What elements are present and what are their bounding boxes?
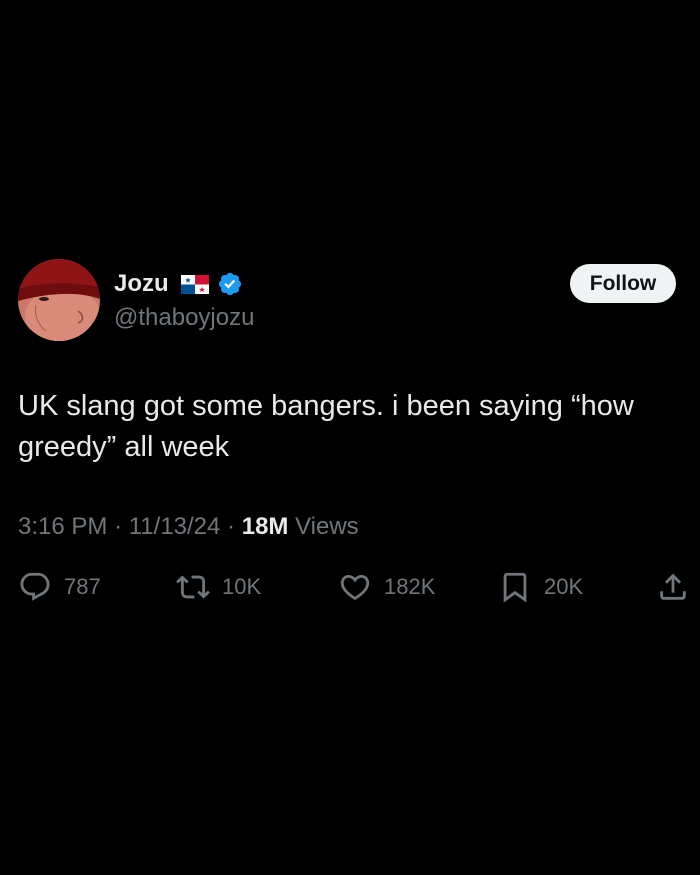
follow-button[interactable]: Follow <box>570 264 676 303</box>
tweet-meta: 3:16 PM · 11/13/24 · 18M Views <box>18 510 359 544</box>
retweet-count: 10K <box>222 574 262 599</box>
like-button[interactable]: 182K <box>338 565 435 609</box>
retweet-button[interactable]: 10K <box>176 565 261 609</box>
bookmark-icon <box>498 570 532 604</box>
avatar-image <box>18 259 100 341</box>
reply-icon <box>18 570 52 604</box>
views-count: 18M <box>241 513 289 540</box>
tweet-card: Jozu @thaboyjozu Follow UK slang got som… <box>0 0 700 875</box>
verified-badge-icon <box>217 271 243 297</box>
meta-separator: · <box>227 513 236 540</box>
tweet-time[interactable]: 3:16 PM <box>18 513 107 540</box>
share-icon <box>656 570 690 604</box>
avatar[interactable] <box>18 259 100 341</box>
share-button[interactable] <box>656 565 690 609</box>
like-count: 182K <box>384 574 436 599</box>
meta-separator: · <box>114 513 123 540</box>
bookmark-count: 20K <box>544 574 584 599</box>
action-bar: 787 10K 182K 20K <box>0 565 700 609</box>
retweet-icon <box>176 570 210 604</box>
tweet-text: UK slang got some bangers. i been saying… <box>18 390 634 463</box>
tweet-date[interactable]: 11/13/24 <box>129 513 221 540</box>
bookmark-button[interactable]: 20K <box>498 565 583 609</box>
reply-count: 787 <box>64 574 101 599</box>
reply-button[interactable]: 787 <box>18 565 101 609</box>
name-row: Jozu <box>114 268 243 300</box>
display-name[interactable]: Jozu <box>114 268 169 300</box>
panama-flag-icon <box>180 274 209 294</box>
heart-icon <box>338 570 372 604</box>
views-label: Views <box>295 513 359 540</box>
user-handle[interactable]: @thaboyjozu <box>114 302 254 334</box>
